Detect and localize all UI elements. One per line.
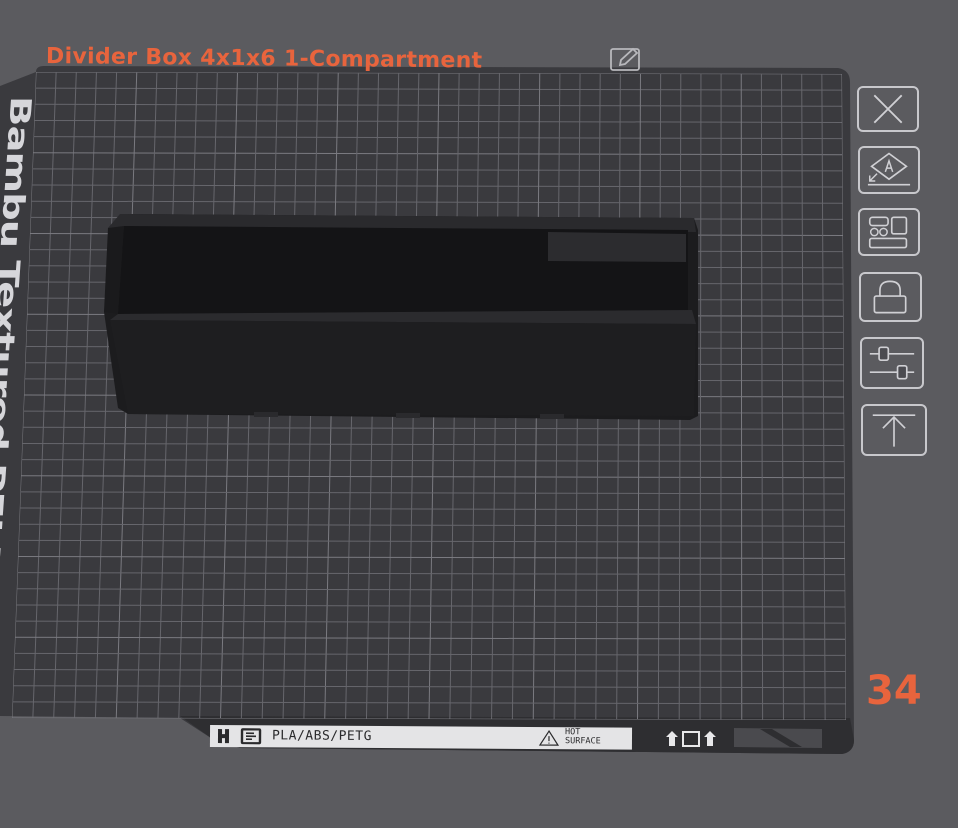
close-button[interactable] bbox=[857, 86, 919, 132]
material-label: PLA/ABS/PETG bbox=[271, 728, 372, 744]
arrange-button[interactable] bbox=[858, 208, 920, 256]
lock-icon bbox=[873, 280, 907, 314]
bambu-logo-icon bbox=[217, 728, 262, 745]
auto-orient-button[interactable] bbox=[858, 146, 920, 194]
close-icon bbox=[873, 94, 903, 124]
build-plate-scene bbox=[0, 66, 854, 754]
plate-orientation-icon bbox=[666, 731, 716, 747]
lock-button[interactable] bbox=[859, 272, 922, 322]
pencil-edit-icon[interactable] bbox=[609, 46, 643, 72]
auto-orient-icon bbox=[867, 152, 911, 186]
settings-button[interactable] bbox=[860, 337, 924, 389]
plate-label-strip: PLA/ABS/PETG HOT SURFACE bbox=[209, 725, 633, 750]
move-to-top-icon bbox=[872, 414, 916, 447]
divider-box-model[interactable] bbox=[104, 214, 698, 420]
plate-number: 34 bbox=[866, 668, 922, 714]
move-to-top-button[interactable] bbox=[861, 404, 927, 456]
arrange-icon bbox=[868, 216, 908, 249]
hot-surface-label: HOT SURFACE bbox=[564, 727, 601, 747]
slider-settings-icon bbox=[869, 346, 915, 380]
warning-triangle-icon bbox=[538, 729, 560, 746]
plate-title: Divider Box 4x1x6 1-Compartment bbox=[45, 44, 483, 74]
